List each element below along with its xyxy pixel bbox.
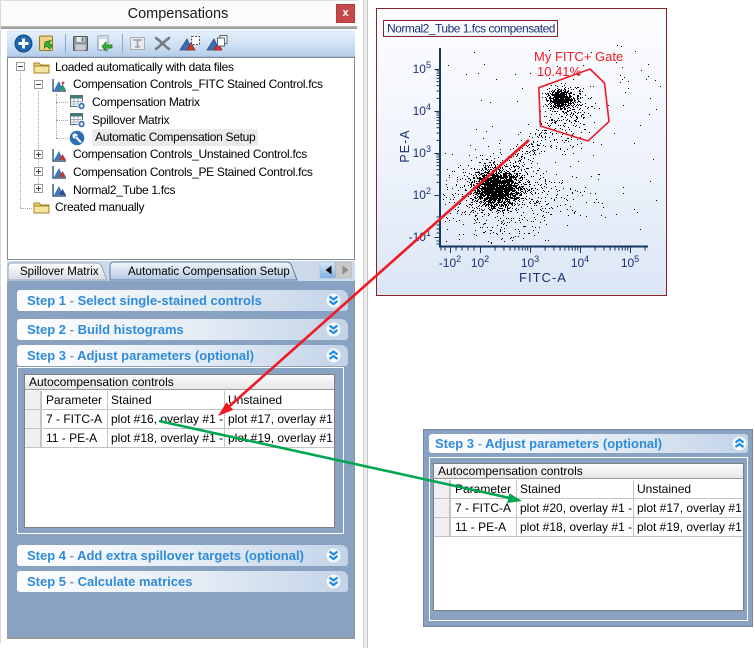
- svg-text:PE-A: PE-A: [398, 129, 412, 162]
- svg-text:Automatic Compensation Setup: Automatic Compensation Setup: [128, 266, 290, 278]
- svg-text:Normal2_Tube 1.fcs compensated: Normal2_Tube 1.fcs compensated: [387, 22, 555, 36]
- svg-text:10.41%: 10.41%: [537, 64, 582, 79]
- svg-text:Spillover Matrix: Spillover Matrix: [20, 266, 99, 278]
- svg-text:My FITC+ Gate: My FITC+ Gate: [534, 49, 623, 64]
- svg-text:FITC-A: FITC-A: [519, 270, 567, 285]
